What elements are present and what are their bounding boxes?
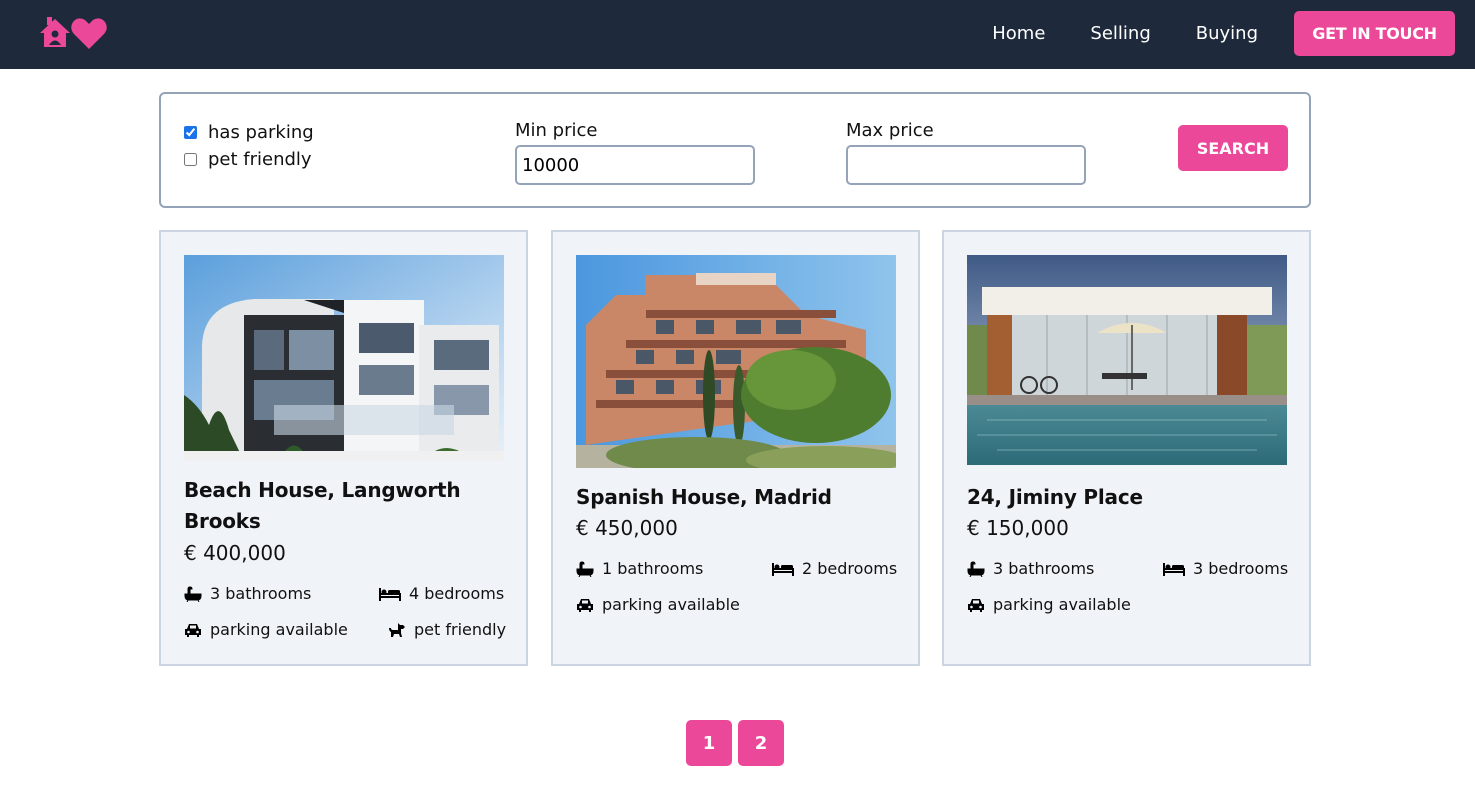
min-price-input[interactable] — [515, 145, 755, 185]
max-price-input[interactable] — [846, 145, 1086, 185]
listing-card[interactable]: 24, Jiminy Place € 150,000 3 bathrooms 3… — [942, 230, 1311, 666]
bath-icon — [184, 586, 202, 602]
listing-price: € 450,000 — [576, 516, 678, 540]
parking-text: parking available — [993, 595, 1131, 614]
bathrooms-count: 1 bathrooms — [602, 559, 704, 578]
filter-checkboxes: has parking pet friendly — [184, 119, 314, 173]
nav-link-selling[interactable]: Selling — [1090, 12, 1150, 56]
parking-text: parking available — [210, 620, 348, 639]
min-price-label: Min price — [515, 120, 598, 141]
nav-link-buying[interactable]: Buying — [1196, 12, 1258, 56]
car-icon — [576, 597, 594, 613]
nav-links: Home Selling Buying GET IN TOUCH — [992, 11, 1455, 56]
listing-title[interactable]: Spanish House, Madrid — [576, 482, 896, 513]
dog-icon — [388, 622, 406, 638]
car-icon — [184, 622, 202, 638]
page-1-button[interactable]: 1 — [686, 720, 732, 766]
bedrooms-count: 4 bedrooms — [409, 584, 505, 603]
search-button[interactable]: SEARCH — [1178, 125, 1288, 171]
listing-card[interactable]: Spanish House, Madrid € 450,000 1 bathro… — [551, 230, 920, 666]
listing-title[interactable]: 24, Jiminy Place — [967, 482, 1287, 513]
bathrooms-count: 3 bathrooms — [993, 559, 1095, 578]
bath-icon — [967, 561, 985, 577]
max-price-label: Max price — [846, 120, 934, 141]
has-parking-checkbox[interactable] — [184, 126, 197, 139]
listing-photo[interactable] — [184, 255, 504, 461]
pet-friendly-option[interactable]: pet friendly — [184, 146, 314, 173]
has-parking-option[interactable]: has parking — [184, 119, 314, 146]
search-filter-panel: has parking pet friendly Min price Max p… — [159, 92, 1311, 208]
listing-photo[interactable] — [967, 255, 1287, 465]
pets-feature: pet friendly — [388, 619, 506, 641]
car-icon — [967, 597, 985, 613]
parking-feature: parking available — [576, 594, 740, 616]
nav-link-home[interactable]: Home — [992, 12, 1045, 56]
page-2-button[interactable]: 2 — [738, 720, 784, 766]
bathrooms-count: 3 bathrooms — [210, 584, 312, 603]
get-in-touch-button[interactable]: GET IN TOUCH — [1294, 11, 1455, 56]
bathrooms-feature: 3 bathrooms — [967, 558, 1094, 580]
bed-icon — [772, 561, 794, 577]
bedrooms-count: 3 bedrooms — [1193, 559, 1289, 578]
pet-friendly-checkbox[interactable] — [184, 153, 197, 166]
bedrooms-feature: 4 bedrooms — [379, 583, 504, 605]
max-price-field: Max price — [846, 119, 1086, 185]
listing-price: € 400,000 — [184, 541, 286, 565]
has-parking-label: has parking — [208, 122, 314, 143]
bed-icon — [1163, 561, 1185, 577]
listing-card[interactable]: Beach House, Langworth Brooks € 400,000 … — [159, 230, 528, 666]
pagination: 1 2 — [686, 720, 790, 766]
listing-photo[interactable] — [576, 255, 896, 468]
listing-title[interactable]: Beach House, Langworth Brooks — [184, 475, 504, 537]
bathrooms-feature: 1 bathrooms — [576, 558, 703, 580]
pet-friendly-label: pet friendly — [208, 149, 312, 170]
top-navbar: Home Selling Buying GET IN TOUCH — [0, 0, 1475, 69]
bedrooms-feature: 2 bedrooms — [772, 558, 897, 580]
parking-feature: parking available — [184, 619, 348, 641]
pets-text: pet friendly — [414, 620, 507, 639]
logo-house-heart-icon[interactable] — [38, 15, 108, 51]
bed-icon — [379, 586, 401, 602]
bedrooms-count: 2 bedrooms — [802, 559, 898, 578]
bedrooms-feature: 3 bedrooms — [1163, 558, 1288, 580]
parking-feature: parking available — [967, 594, 1131, 616]
bath-icon — [576, 561, 594, 577]
min-price-field: Min price — [515, 119, 755, 185]
parking-text: parking available — [602, 595, 740, 614]
bathrooms-feature: 3 bathrooms — [184, 583, 311, 605]
listing-price: € 150,000 — [967, 516, 1069, 540]
